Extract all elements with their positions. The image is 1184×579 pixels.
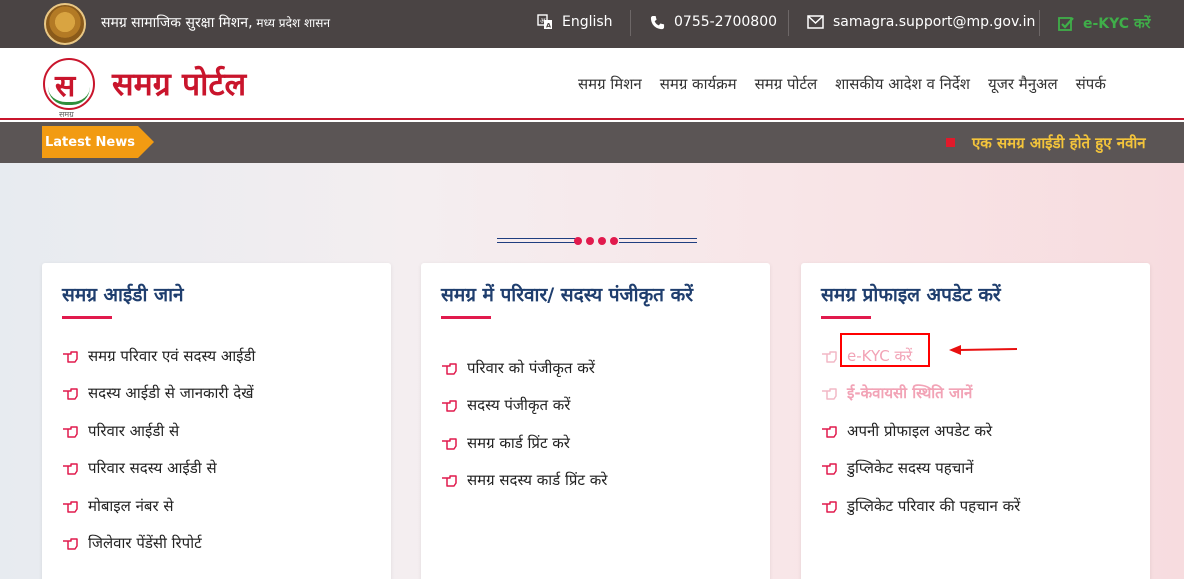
nav-govt-orders[interactable]: शासकीय आदेश व निर्देश <box>835 74 970 94</box>
email-link[interactable]: samagra.support@mp.gov.in <box>807 14 1035 30</box>
link-list: समग्र परिवार एवं सदस्य आईडी सदस्य आईडी स… <box>62 337 255 562</box>
link-list: परिवार को पंजीकृत करें सदस्य पंजीकृत करे… <box>441 349 607 499</box>
list-item[interactable]: समग्र कार्ड प्रिंट करे <box>441 424 607 462</box>
title-underline <box>62 316 112 319</box>
separator <box>1039 10 1040 36</box>
nav-samagra-portal[interactable]: समग्र पोर्टल <box>755 74 817 94</box>
divider-line <box>619 242 697 243</box>
card-title: समग्र आईडी जाने <box>62 284 184 306</box>
title-underline <box>441 316 491 319</box>
link-list: e-KYC करें ई-केवायसी स्थिति जानें अपनी प… <box>821 337 1020 525</box>
pointing-hand-icon <box>822 463 837 475</box>
pointing-hand-icon <box>442 438 457 450</box>
pointing-hand-icon <box>63 463 78 475</box>
list-item[interactable]: सदस्य पंजीकृत करें <box>441 387 607 425</box>
separator <box>788 10 789 36</box>
list-item[interactable]: डुप्लिकेट सदस्य पहचानें <box>821 450 1020 488</box>
services-section: समग्र आईडी जाने समग्र परिवार एवं सदस्य आ… <box>0 163 1184 579</box>
divider-line <box>497 242 575 243</box>
list-item[interactable]: सदस्य आईडी से जानकारी देखें <box>62 375 255 413</box>
site-header: स समग्र समग्र पोर्टल समग्र मिशन समग्र का… <box>0 48 1184 120</box>
pointing-hand-icon <box>822 388 837 400</box>
list-item[interactable]: परिवार आईडी से <box>62 412 255 450</box>
ekyc-link[interactable]: e-KYC करें <box>821 337 1020 375</box>
separator <box>630 10 631 36</box>
brand-title[interactable]: समग्र पोर्टल <box>112 62 246 105</box>
main-nav: समग्र मिशन समग्र कार्यक्रम समग्र पोर्टल … <box>578 74 1124 94</box>
list-item[interactable]: डुप्लिकेट परिवार की पहचान करें <box>821 487 1020 525</box>
translate-icon: अA <box>537 14 552 30</box>
top-bar: समग्र सामाजिक सुरक्षा मिशन, मध्य प्रदेश … <box>0 0 1184 48</box>
divider-line <box>619 238 697 239</box>
list-item[interactable]: अपनी प्रोफाइल अपडेट करे <box>821 412 1020 450</box>
list-item[interactable]: जिलेवार पेंडेंसी रिपोर्ट <box>62 525 255 563</box>
news-bar: Latest News एक समग्र आईडी होते हुए नवीन <box>0 122 1184 163</box>
list-item[interactable]: परिवार सदस्य आईडी से <box>62 450 255 488</box>
phone-icon <box>650 15 665 29</box>
divider-line <box>497 238 575 239</box>
title-underline <box>821 316 871 319</box>
divider-dot <box>610 237 618 245</box>
latest-news-label: Latest News <box>42 126 154 158</box>
pointing-hand-icon <box>822 351 837 363</box>
pointing-hand-icon <box>63 501 78 513</box>
news-bullet-icon <box>946 138 955 147</box>
pointing-hand-icon <box>442 400 457 412</box>
logo-caption: समग्र <box>59 110 74 119</box>
section-divider <box>497 236 697 246</box>
card-register-family: समग्र में परिवार/ सदस्य पंजीकृत करें परि… <box>421 263 770 579</box>
list-item[interactable]: समग्र परिवार एवं सदस्य आईडी <box>62 337 255 375</box>
nav-contact[interactable]: संपर्क <box>1076 74 1106 94</box>
language-switch[interactable]: अA English <box>537 14 613 30</box>
ekyc-status-link[interactable]: ई-केवायसी स्थिति जानें <box>821 375 1020 413</box>
samagra-logo[interactable]: स समग्र <box>43 58 95 119</box>
nav-samagra-mission[interactable]: समग्र मिशन <box>578 74 642 94</box>
pointing-hand-icon <box>822 501 837 513</box>
pointing-hand-icon <box>442 363 457 375</box>
news-ticker[interactable]: एक समग्र आईडी होते हुए नवीन <box>972 133 1146 153</box>
check-square-icon <box>1058 16 1074 31</box>
list-item[interactable]: मोबाइल नंबर से <box>62 487 255 525</box>
divider-dot <box>574 237 582 245</box>
divider-dot <box>598 237 606 245</box>
pointing-hand-icon <box>442 475 457 487</box>
card-title: समग्र में परिवार/ सदस्य पंजीकृत करें <box>441 284 693 306</box>
envelope-icon <box>807 15 824 29</box>
phone-link[interactable]: 0755-2700800 <box>650 14 777 30</box>
card-update-profile: समग्र प्रोफाइल अपडेट करें e-KYC करें ई-क… <box>801 263 1150 579</box>
pointing-hand-icon <box>63 388 78 400</box>
pointing-hand-icon <box>63 538 78 550</box>
pointing-hand-icon <box>63 426 78 438</box>
org-title: समग्र सामाजिक सुरक्षा मिशन, मध्य प्रदेश … <box>101 15 331 31</box>
divider-dot <box>586 237 594 245</box>
svg-text:A: A <box>546 22 551 30</box>
card-know-samagra-id: समग्र आईडी जाने समग्र परिवार एवं सदस्य आ… <box>42 263 391 579</box>
card-title: समग्र प्रोफाइल अपडेट करें <box>821 284 1001 306</box>
pointing-hand-icon <box>822 426 837 438</box>
nav-samagra-programs[interactable]: समग्र कार्यक्रम <box>660 74 737 94</box>
top-ekyc-link[interactable]: e-KYC करें <box>1058 14 1150 33</box>
list-item[interactable]: परिवार को पंजीकृत करें <box>441 349 607 387</box>
list-item[interactable]: समग्र सदस्य कार्ड प्रिंट करे <box>441 462 607 500</box>
nav-user-manual[interactable]: यूजर मैनुअल <box>988 74 1058 94</box>
mp-government-emblem-icon <box>44 3 86 45</box>
pointing-hand-icon <box>63 351 78 363</box>
